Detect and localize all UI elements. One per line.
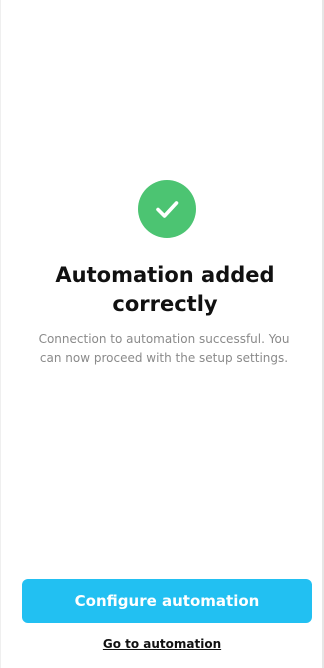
status-message: Connection to automation successful. You… (38, 332, 290, 365)
checkmark-icon (156, 201, 179, 218)
configure-automation-button[interactable]: Configure automation (22, 579, 312, 623)
success-screen: Automation added correctly Connection to… (0, 0, 324, 668)
page-title: Automation added correctly (55, 263, 275, 316)
success-badge (138, 180, 196, 238)
screen-left-edge (0, 0, 1, 668)
go-to-automation-link[interactable]: Go to automation (72, 637, 252, 651)
